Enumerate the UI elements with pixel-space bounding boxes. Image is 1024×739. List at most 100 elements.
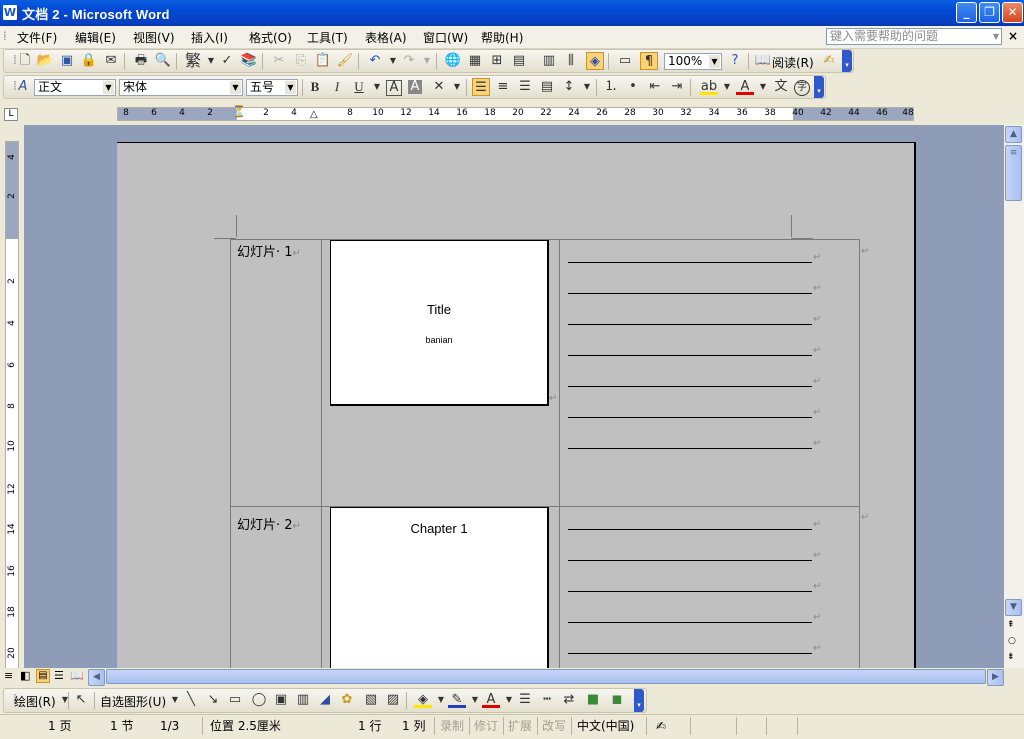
minimize-button[interactable]: _ [956,2,977,23]
rectangle-icon[interactable]: ▭ [226,691,244,709]
chevron-down-icon[interactable]: ▼ [754,78,772,96]
font-color-icon[interactable]: A [736,78,754,95]
clip-art-icon[interactable]: ▧ [362,691,380,709]
horizontal-ruler[interactable]: L ⏳ △ 8 6 4 2 2 4 8 10 12 14 16 18 20 22… [0,103,1024,125]
chevron-down-icon[interactable]: ▼ [103,81,114,94]
toolbar-options-icon[interactable]: ▾ [814,76,824,98]
highlight-icon[interactable]: ab [700,78,718,95]
chevron-down-icon[interactable]: ▼ [578,78,596,96]
tables-borders-icon[interactable]: ▦ [466,52,484,70]
font-select[interactable]: 宋体 ▼ [119,79,243,96]
scroll-left-icon[interactable]: ◀ [88,669,105,686]
next-page-icon[interactable]: ⇟ [1007,652,1015,662]
bold-button[interactable]: B [306,78,324,96]
document-page[interactable]: 幻灯片· 1↵ Title banian ↵ ↵ ↵ ↵ ↵ ↵ ↵ ↵ ↵ 幻… [117,142,916,668]
styles-pane-icon[interactable]: A [14,78,32,96]
select-objects-icon[interactable]: ↖ [72,691,90,709]
diagram-icon[interactable]: ✿ [338,691,356,709]
insert-table-icon[interactable]: ⊞ [488,52,506,70]
menu-file[interactable]: 文件(F) [17,29,57,46]
phonetic-guide-icon[interactable]: 文 [772,78,790,96]
text-box-icon[interactable]: ▣ [272,691,290,709]
spelling-icon[interactable]: ✓ [218,52,236,70]
italic-button[interactable]: I [328,78,346,96]
outline-view-icon[interactable]: ☰ [54,669,64,682]
status-track-changes[interactable]: 修订 [474,717,498,735]
email-icon[interactable]: ✉ [102,52,120,70]
bullets-icon[interactable]: • [624,78,642,96]
char-scale-icon[interactable]: ✕ [430,78,448,96]
decrease-indent-icon[interactable]: ⇤ [646,78,664,96]
justify-icon[interactable]: ▤ [538,78,556,96]
show-hide-marks-icon[interactable]: ¶ [640,52,658,70]
spelling-status-icon[interactable]: ✍ [656,717,666,735]
hyperlink-icon[interactable]: 🌐 [444,52,462,70]
document-area[interactable]: 幻灯片· 1↵ Title banian ↵ ↵ ↵ ↵ ↵ ↵ ↵ ↵ ↵ 幻… [24,125,1004,668]
scroll-up-icon[interactable]: ▲ [1005,126,1022,143]
numbering-icon[interactable]: ⒈ [602,78,620,96]
print-layout-view-icon[interactable]: ▤ [36,669,50,683]
slide-thumbnail[interactable]: Chapter 1 [330,507,549,668]
picture-icon[interactable]: ▨ [384,691,402,709]
previous-page-icon[interactable]: ⇞ [1007,620,1015,630]
thumbnails-icon[interactable]: ▭ [616,52,634,70]
chevron-down-icon[interactable]: ▼ [368,78,386,96]
chevron-down-icon[interactable]: ▼ [418,52,436,70]
draw-menu-button[interactable]: 绘图(R) [14,693,56,710]
chevron-down-icon[interactable]: ▼ [448,78,466,96]
zoom-select[interactable]: 100% ▼ [664,53,722,70]
scroll-right-icon[interactable]: ▶ [987,669,1004,686]
chevron-down-icon[interactable]: ▼ [993,29,999,44]
line-icon[interactable]: ╲ [182,691,200,709]
menu-help[interactable]: 帮助(H) [481,29,523,46]
traditional-chinese-button[interactable]: 繁 [184,52,202,70]
line-style-icon[interactable]: ☰ [516,691,534,709]
research-pen-icon[interactable]: ✍ [820,52,838,70]
read-mode-icon[interactable]: 📖 [754,52,772,70]
redo-icon[interactable]: ↷ [400,52,418,70]
slide-thumbnail[interactable]: Title banian [330,240,549,406]
menu-window[interactable]: 窗口(W) [423,29,468,46]
undo-icon[interactable]: ↶ [366,52,384,70]
chevron-down-icon[interactable]: ▼ [285,81,296,94]
print-preview-icon[interactable]: 🔍 [154,52,172,70]
align-right-icon[interactable]: ☰ [516,78,534,96]
shadow-style-icon[interactable]: ■ [584,691,602,709]
web-view-icon[interactable]: ◧ [20,669,30,682]
menu-table[interactable]: 表格(A) [365,29,407,46]
menu-insert[interactable]: 插入(I) [191,29,228,46]
new-document-icon[interactable]: 🗋 [16,52,34,70]
permission-icon[interactable]: 🔒 [80,52,98,70]
tab-selector[interactable]: L [4,108,18,121]
enclose-char-icon[interactable]: 字 [794,80,810,96]
insert-excel-icon[interactable]: ▤ [510,52,528,70]
menu-edit[interactable]: 编辑(E) [75,29,116,46]
paste-icon[interactable]: 📋 [314,52,332,70]
print-icon[interactable]: 🖶 [132,52,150,70]
hanging-indent-marker[interactable]: △ [310,109,318,120]
document-map-icon[interactable]: ◈ [586,52,604,70]
font-color-icon[interactable]: A [482,691,500,708]
font-size-select[interactable]: 五号 ▼ [246,79,298,96]
vertical-scrollbar[interactable]: ▲ ≡ ▼ ⇞ ○ ⇟ [1004,125,1024,668]
status-overtype[interactable]: 改写 [542,717,566,735]
close-button[interactable]: ✕ [1002,2,1023,23]
first-line-indent-marker[interactable]: ⏳ [232,105,246,118]
restore-button[interactable]: ❐ [979,2,1000,23]
help-search-input[interactable]: 键入需要帮助的问题 ▼ [826,28,1002,45]
status-record[interactable]: 录制 [440,717,464,735]
browse-object-icon[interactable]: ○ [1008,636,1016,646]
toolbar-options-icon[interactable]: ▾ [842,50,852,72]
open-folder-icon[interactable]: 📂 [36,52,54,70]
increase-indent-icon[interactable]: ⇥ [668,78,686,96]
vertical-text-box-icon[interactable]: ▥ [294,691,312,709]
style-select[interactable]: 正文 ▼ [34,79,116,96]
scroll-down-icon[interactable]: ▼ [1005,599,1022,616]
chevron-down-icon[interactable]: ▼ [709,55,720,68]
wordart-icon[interactable]: ◢ [316,691,334,709]
save-icon[interactable]: ▣ [58,52,76,70]
chevron-down-icon[interactable]: ▼ [718,78,736,96]
line-spacing-icon[interactable]: ↕ [560,78,578,96]
underline-button[interactable]: U [350,78,368,96]
char-border-icon[interactable]: A [386,80,402,96]
